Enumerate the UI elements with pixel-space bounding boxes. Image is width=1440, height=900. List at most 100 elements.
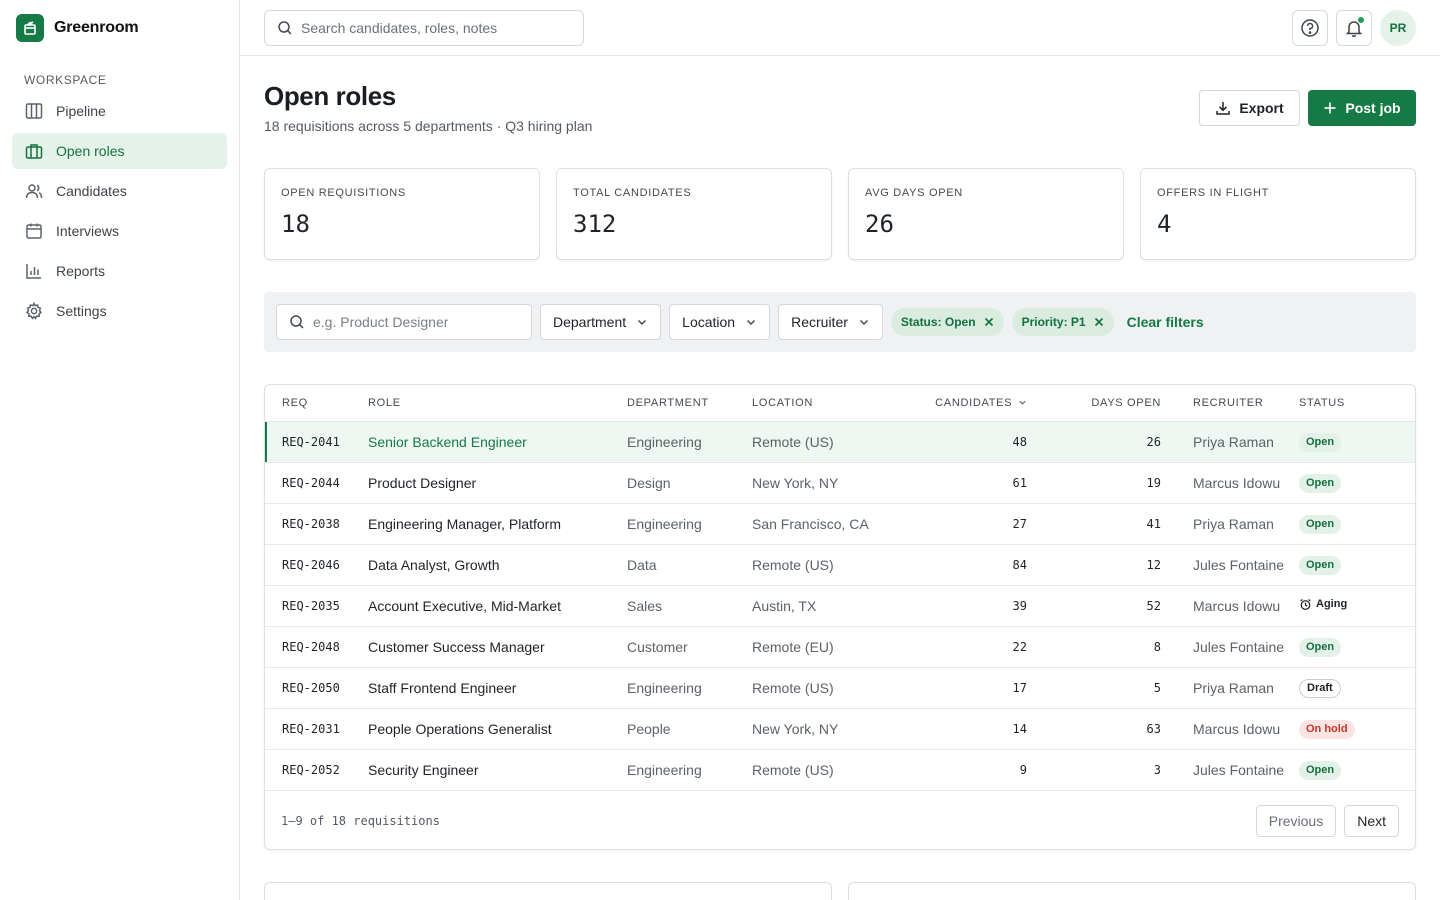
sidebar-item-interviews[interactable]: Interviews	[12, 213, 227, 249]
chevron-down-icon	[747, 319, 756, 326]
table-row[interactable]: REQ-2041 Senior Backend Engineer Engineeri…	[265, 421, 1415, 463]
status-badge: Open	[1299, 555, 1342, 575]
table-row[interactable]: REQ-2035 Account Executive, Mid-Market Sal…	[265, 585, 1415, 627]
role-cell[interactable]: Senior Backend Engineer	[368, 421, 627, 463]
pagination: Previous Next	[1255, 805, 1399, 837]
role-cell[interactable]: Data Analyst, Growth	[368, 544, 627, 586]
users-icon	[25, 184, 43, 199]
role-link[interactable]: Staff Frontend Engineer	[368, 680, 516, 696]
candidates-cell: 22	[912, 626, 1027, 668]
global-search-input[interactable]	[301, 20, 571, 36]
table-row[interactable]: REQ-2050 Staff Frontend Engineer Engineeri…	[265, 667, 1415, 709]
role-link[interactable]: Engineering Manager, Platform	[368, 516, 561, 532]
sidebar-item-open-roles[interactable]: Open roles	[12, 133, 227, 169]
role-link[interactable]: Product Designer	[368, 475, 476, 491]
department-cell: Engineering	[627, 667, 752, 709]
role-cell[interactable]: People Operations Generalist	[368, 708, 627, 750]
stat-value: 18	[281, 210, 310, 238]
role-link[interactable]: Account Executive, Mid-Market	[368, 598, 561, 614]
next-page-button[interactable]: Next	[1344, 805, 1399, 837]
post-job-button[interactable]: Post job	[1308, 90, 1416, 126]
status-badge: Open	[1299, 637, 1342, 657]
help-button[interactable]	[1292, 10, 1328, 46]
clear-filters-link[interactable]: Clear filters	[1127, 314, 1204, 330]
role-search-input[interactable]	[313, 314, 513, 330]
help-icon	[1301, 19, 1319, 37]
table-row[interactable]: REQ-2038 Engineering Manager, Platform Eng…	[265, 503, 1415, 545]
location-cell: Remote (US)	[752, 749, 912, 791]
candidates-cell: 48	[912, 421, 1027, 463]
chevron-down-icon	[638, 319, 647, 326]
sidebar-item-label: Reports	[56, 263, 106, 279]
status-cell: Open	[1299, 462, 1415, 504]
role-cell[interactable]: Product Designer	[368, 462, 627, 504]
table-row[interactable]: REQ-2046 Data Analyst, Growth Data Remote (…	[265, 544, 1415, 586]
previous-page-button[interactable]: Previous	[1255, 805, 1337, 837]
status-badge: Open	[1299, 760, 1342, 780]
column-header-location[interactable]: LOCATION	[752, 385, 912, 422]
location-dropdown[interactable]: Location	[669, 304, 771, 340]
sidebar-item-reports[interactable]: Reports	[12, 253, 227, 289]
column-header-days-open[interactable]: DAYS OPEN	[1027, 385, 1161, 422]
sidebar-item-candidates[interactable]: Candidates	[12, 173, 227, 209]
status-cell: Open	[1299, 626, 1415, 668]
roles-table-card: REQ ROLE DEPARTMENT LOCATION CANDIDATES …	[264, 384, 1416, 850]
role-link[interactable]: Customer Success Manager	[368, 639, 545, 655]
recruiter-dropdown[interactable]: Recruiter	[778, 304, 883, 340]
role-cell[interactable]: Staff Frontend Engineer	[368, 667, 627, 709]
stat-label: OPEN REQUISITIONS	[281, 187, 406, 199]
location-cell: Remote (US)	[752, 421, 912, 463]
status-cell: On hold	[1299, 708, 1415, 750]
department-dropdown[interactable]: Department	[540, 304, 662, 340]
column-header-recruiter[interactable]: RECRUITER	[1161, 385, 1299, 422]
brand[interactable]: Greenroom	[0, 0, 239, 56]
department-cell: Sales	[627, 585, 752, 627]
table-row[interactable]: REQ-2048 Customer Success Manager Customer…	[265, 626, 1415, 668]
location-cell: Remote (US)	[752, 667, 912, 709]
role-search[interactable]	[276, 304, 532, 340]
role-cell[interactable]: Account Executive, Mid-Market	[368, 585, 627, 627]
notifications-button[interactable]	[1336, 10, 1372, 46]
status-cell: Aging	[1299, 585, 1415, 627]
status-label: Aging	[1316, 598, 1348, 610]
column-header-candidates[interactable]: CANDIDATES	[912, 385, 1027, 422]
remove-chip-button[interactable]	[984, 317, 994, 327]
export-button[interactable]: Export	[1199, 90, 1300, 126]
req-cell: REQ-2041	[265, 421, 368, 463]
recruiter-cell: Priya Raman	[1161, 421, 1299, 463]
close-icon	[984, 317, 993, 327]
sidebar-item-pipeline[interactable]: Pipeline	[12, 93, 227, 129]
role-cell[interactable]: Security Engineer	[368, 749, 627, 791]
table-row[interactable]: REQ-2052 Security Engineer Engineering Remo…	[265, 749, 1415, 791]
days-open-cell: 12	[1027, 544, 1161, 586]
column-header-role[interactable]: ROLE	[368, 385, 627, 422]
status-badge: Open	[1299, 432, 1342, 452]
table-row[interactable]: REQ-2044 Product Designer Design New York, …	[265, 462, 1415, 504]
column-header-req[interactable]: REQ	[265, 385, 368, 422]
app-name: Greenroom	[54, 19, 139, 36]
days-open-cell: 52	[1027, 585, 1161, 627]
req-cell: REQ-2031	[265, 708, 368, 750]
role-cell[interactable]: Engineering Manager, Platform	[368, 503, 627, 545]
stat-card-open-requisitions: OPEN REQUISITIONS 18	[264, 168, 540, 260]
remove-chip-button[interactable]	[1094, 317, 1104, 327]
recruiter-cell: Jules Fontaine	[1161, 749, 1299, 791]
global-search[interactable]	[264, 10, 584, 46]
avatar[interactable]: PR	[1380, 10, 1416, 46]
role-link[interactable]: Security Engineer	[368, 762, 479, 778]
role-link[interactable]: Senior Backend Engineer	[368, 434, 527, 450]
table-row[interactable]: REQ-2031 People Operations Generalist Peop…	[265, 708, 1415, 750]
days-open-cell: 3	[1027, 749, 1161, 791]
status-cell: Open	[1299, 544, 1415, 586]
role-cell[interactable]: Customer Success Manager	[368, 626, 627, 668]
role-link[interactable]: People Operations Generalist	[368, 721, 552, 737]
role-link[interactable]: Data Analyst, Growth	[368, 557, 500, 573]
candidates-cell: 17	[912, 667, 1027, 709]
table-footer: 1–9 of 18 requisitions Previous Next	[265, 793, 1415, 849]
column-header-department[interactable]: DEPARTMENT	[627, 385, 752, 422]
column-header-status[interactable]: STATUS	[1299, 385, 1415, 422]
dropdown-label: Location	[682, 314, 736, 330]
sidebar-item-settings[interactable]: Settings	[12, 293, 227, 329]
calendar-icon	[26, 223, 42, 239]
plus-icon	[1324, 102, 1336, 114]
